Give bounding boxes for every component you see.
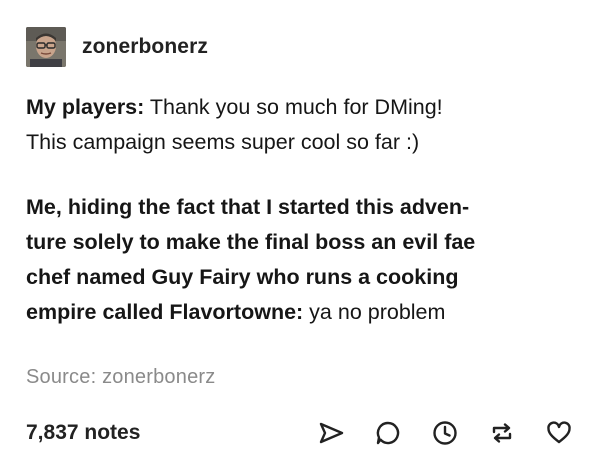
post-paragraph-2: Me, hiding the fact that I started this …: [26, 190, 586, 330]
reply-button[interactable]: [373, 418, 403, 448]
source-link[interactable]: Source: zonerbonerz: [26, 366, 215, 389]
paragraph-2-line-3: chef named Guy Fairy who runs a cooking: [26, 265, 459, 289]
paragraph-2-line-1: Me, hiding the fact that I started this …: [26, 195, 470, 219]
share-icon: [319, 422, 344, 444]
paragraph-1-line-1: My players: Thank you so much for DMing!: [26, 90, 586, 125]
paragraph-2-line-4-text: ya no problem: [303, 300, 446, 324]
avatar[interactable]: [26, 27, 66, 67]
paragraph-2-line-4: empire called Flavortowne: ya no problem: [26, 295, 586, 330]
like-icon: [547, 421, 571, 444]
speaker-label: My players:: [26, 95, 145, 119]
notes-count[interactable]: 7,837 notes: [26, 421, 140, 445]
post-paragraph-1: My players: Thank you so much for DMing!…: [26, 90, 586, 160]
paragraph-1-line-2: This campaign seems super cool so far :): [26, 130, 420, 154]
history-icon: [433, 421, 457, 445]
post-header: zonerbonerz: [26, 26, 208, 68]
tumblr-post: zonerbonerz My players: Thank you so muc…: [0, 0, 600, 466]
post-footer: 7,837 notes: [26, 415, 574, 451]
share-button[interactable]: [316, 418, 346, 448]
reply-icon: [376, 421, 400, 445]
history-button[interactable]: [430, 418, 460, 448]
avatar-image: [26, 27, 66, 67]
paragraph-1-line-1-text: Thank you so much for DMing!: [144, 95, 443, 119]
paragraph-2-line-4-bold: empire called Flavortowne:: [26, 300, 304, 324]
username[interactable]: zonerbonerz: [82, 35, 208, 59]
like-button[interactable]: [544, 418, 574, 448]
reblog-button[interactable]: [487, 418, 517, 448]
paragraph-2-line-2: ture solely to make the final boss an ev…: [26, 230, 476, 254]
reblog-icon: [492, 423, 512, 443]
post-actions: [289, 415, 574, 451]
